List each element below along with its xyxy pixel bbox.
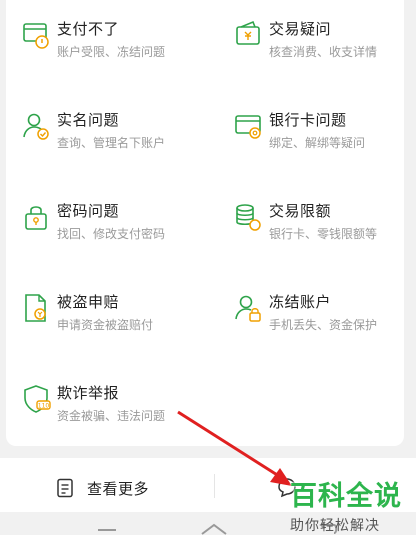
watermark-brand: 百科全说 bbox=[290, 481, 402, 512]
watermark-slogan: 助你轻松解决 bbox=[290, 518, 380, 534]
red-arrow-annotation bbox=[177, 410, 292, 486]
watermark: 百科全说 助你轻松解决 bbox=[290, 474, 408, 535]
